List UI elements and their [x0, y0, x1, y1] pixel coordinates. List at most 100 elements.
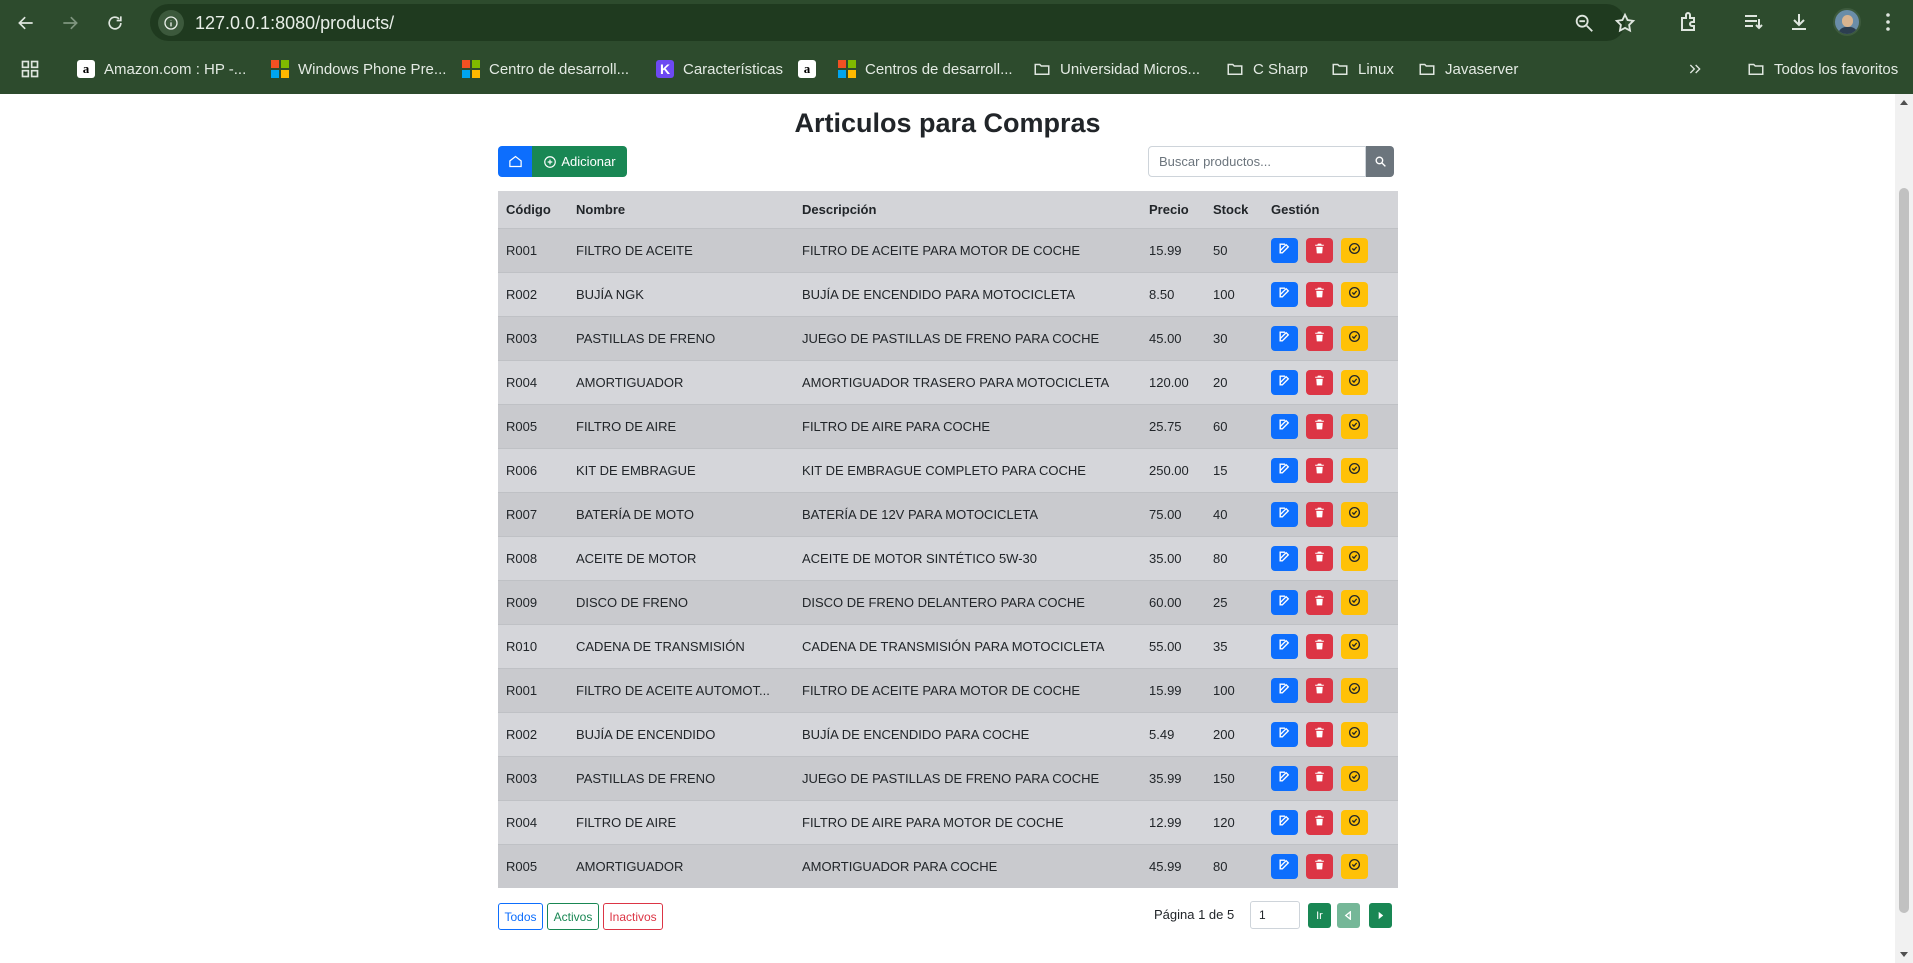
- activate-button[interactable]: [1341, 369, 1368, 395]
- activate-button[interactable]: [1341, 501, 1368, 527]
- extensions-icon[interactable]: [1677, 10, 1701, 34]
- bookmark-star-icon[interactable]: [1614, 12, 1636, 34]
- edit-button[interactable]: [1271, 721, 1298, 747]
- delete-button[interactable]: [1306, 237, 1333, 263]
- filter-active-button[interactable]: Activos: [547, 903, 599, 930]
- delete-button[interactable]: [1306, 589, 1333, 615]
- edit-button[interactable]: [1271, 545, 1298, 571]
- edit-icon: [1278, 418, 1291, 434]
- cell-description: FILTRO DE ACEITE PARA MOTOR DE COCHE: [794, 667, 1141, 712]
- cell-code: R001: [498, 667, 568, 712]
- bookmark-item[interactable]: Windows Phone Pre...: [271, 59, 446, 79]
- edit-button[interactable]: [1271, 281, 1298, 307]
- cell-price: 45.99: [1141, 843, 1205, 888]
- bookmark-item[interactable]: Centros de desarroll...: [838, 59, 1013, 79]
- delete-button[interactable]: [1306, 633, 1333, 659]
- bookmarks-bar: a Amazon.com : HP -... Windows Phone Pre…: [0, 50, 1913, 88]
- activate-button[interactable]: [1341, 633, 1368, 659]
- bookmark-item[interactable]: a: [798, 59, 825, 79]
- delete-button[interactable]: [1306, 545, 1333, 571]
- edit-button[interactable]: [1271, 809, 1298, 835]
- activate-button[interactable]: [1341, 545, 1368, 571]
- filter-inactive-button[interactable]: Inactivos: [603, 903, 663, 930]
- activate-button[interactable]: [1341, 325, 1368, 351]
- bookmark-folder[interactable]: Linux: [1331, 59, 1394, 79]
- apps-button[interactable]: [20, 59, 40, 79]
- search-input[interactable]: Buscar productos...: [1148, 146, 1366, 177]
- activate-button[interactable]: [1341, 853, 1368, 879]
- delete-button[interactable]: [1306, 457, 1333, 483]
- edit-button[interactable]: [1271, 677, 1298, 703]
- bookmark-folder[interactable]: Universidad Micros...: [1033, 59, 1200, 79]
- delete-button[interactable]: [1306, 853, 1333, 879]
- cell-description: ACEITE DE MOTOR SINTÉTICO 5W-30: [794, 535, 1141, 580]
- edit-button[interactable]: [1271, 457, 1298, 483]
- trash-icon: [1313, 242, 1326, 258]
- table-row: R010 CADENA DE TRANSMISIÓN CADENA DE TRANS…: [498, 623, 1398, 668]
- edit-button[interactable]: [1271, 501, 1298, 527]
- download-icon[interactable]: [1787, 10, 1811, 34]
- edit-button[interactable]: [1271, 589, 1298, 615]
- add-button[interactable]: Adicionar: [532, 146, 627, 177]
- back-button[interactable]: [11, 8, 41, 38]
- activate-button[interactable]: [1341, 237, 1368, 263]
- activate-button[interactable]: [1341, 413, 1368, 439]
- trash-icon: [1313, 462, 1326, 478]
- scroll-down-arrow[interactable]: [1900, 952, 1908, 957]
- filter-all-button[interactable]: Todos: [498, 903, 543, 930]
- search-button[interactable]: [1366, 146, 1394, 177]
- edit-button[interactable]: [1271, 237, 1298, 263]
- activate-button[interactable]: [1341, 721, 1368, 747]
- edit-button[interactable]: [1271, 413, 1298, 439]
- next-page-button[interactable]: [1369, 903, 1392, 928]
- url-text[interactable]: 127.0.0.1:8080/products/: [195, 13, 394, 34]
- activate-button[interactable]: [1341, 589, 1368, 615]
- delete-button[interactable]: [1306, 765, 1333, 791]
- scroll-up-arrow[interactable]: [1900, 100, 1908, 105]
- all-bookmarks-folder[interactable]: Todos los favoritos: [1747, 59, 1898, 79]
- activate-button[interactable]: [1341, 677, 1368, 703]
- activate-button[interactable]: [1341, 809, 1368, 835]
- more-options-icon[interactable]: [1876, 10, 1900, 34]
- reading-list-icon[interactable]: [1742, 10, 1766, 34]
- page-scrollbar[interactable]: [1895, 94, 1913, 963]
- bookmark-folder[interactable]: Javaserver: [1418, 59, 1518, 79]
- cell-name-text: BATERÍA DE MOTO: [576, 506, 694, 522]
- site-info-button[interactable]: [158, 10, 184, 36]
- profile-avatar[interactable]: [1833, 8, 1861, 36]
- zoom-icon[interactable]: [1573, 12, 1595, 34]
- column-header-actions: Gestión: [1263, 191, 1398, 228]
- edit-button[interactable]: [1271, 853, 1298, 879]
- bookmark-item[interactable]: K Características: [656, 59, 783, 79]
- cell-name-text: AMORTIGUADOR: [576, 858, 684, 874]
- delete-button[interactable]: [1306, 677, 1333, 703]
- delete-button[interactable]: [1306, 413, 1333, 439]
- edit-button[interactable]: [1271, 369, 1298, 395]
- activate-button[interactable]: [1341, 457, 1368, 483]
- go-page-button[interactable]: Ir: [1308, 903, 1331, 928]
- home-button[interactable]: [498, 146, 532, 177]
- delete-button[interactable]: [1306, 501, 1333, 527]
- delete-button[interactable]: [1306, 325, 1333, 351]
- bookmark-folder[interactable]: C Sharp: [1226, 59, 1308, 79]
- scrollbar-thumb[interactable]: [1899, 188, 1909, 913]
- bookmark-item[interactable]: Centro de desarroll...: [462, 59, 629, 79]
- previous-page-button[interactable]: [1337, 903, 1360, 928]
- edit-button[interactable]: [1271, 633, 1298, 659]
- forward-button[interactable]: [55, 8, 85, 38]
- edit-button[interactable]: [1271, 765, 1298, 791]
- delete-button[interactable]: [1306, 281, 1333, 307]
- cell-description: AMORTIGUADOR TRASERO PARA MOTOCICLETA: [794, 359, 1141, 404]
- bookmarks-overflow-button[interactable]: [1687, 59, 1703, 79]
- delete-button[interactable]: [1306, 369, 1333, 395]
- bookmark-item[interactable]: a Amazon.com : HP -...: [77, 59, 246, 79]
- edit-button[interactable]: [1271, 325, 1298, 351]
- delete-button[interactable]: [1306, 721, 1333, 747]
- activate-button[interactable]: [1341, 765, 1368, 791]
- reload-button[interactable]: [100, 8, 130, 38]
- activate-button[interactable]: [1341, 281, 1368, 307]
- address-bar[interactable]: 127.0.0.1:8080/products/: [150, 4, 1636, 41]
- page-number-input[interactable]: 1: [1250, 901, 1300, 929]
- delete-button[interactable]: [1306, 809, 1333, 835]
- cell-price: 5.49: [1141, 711, 1205, 756]
